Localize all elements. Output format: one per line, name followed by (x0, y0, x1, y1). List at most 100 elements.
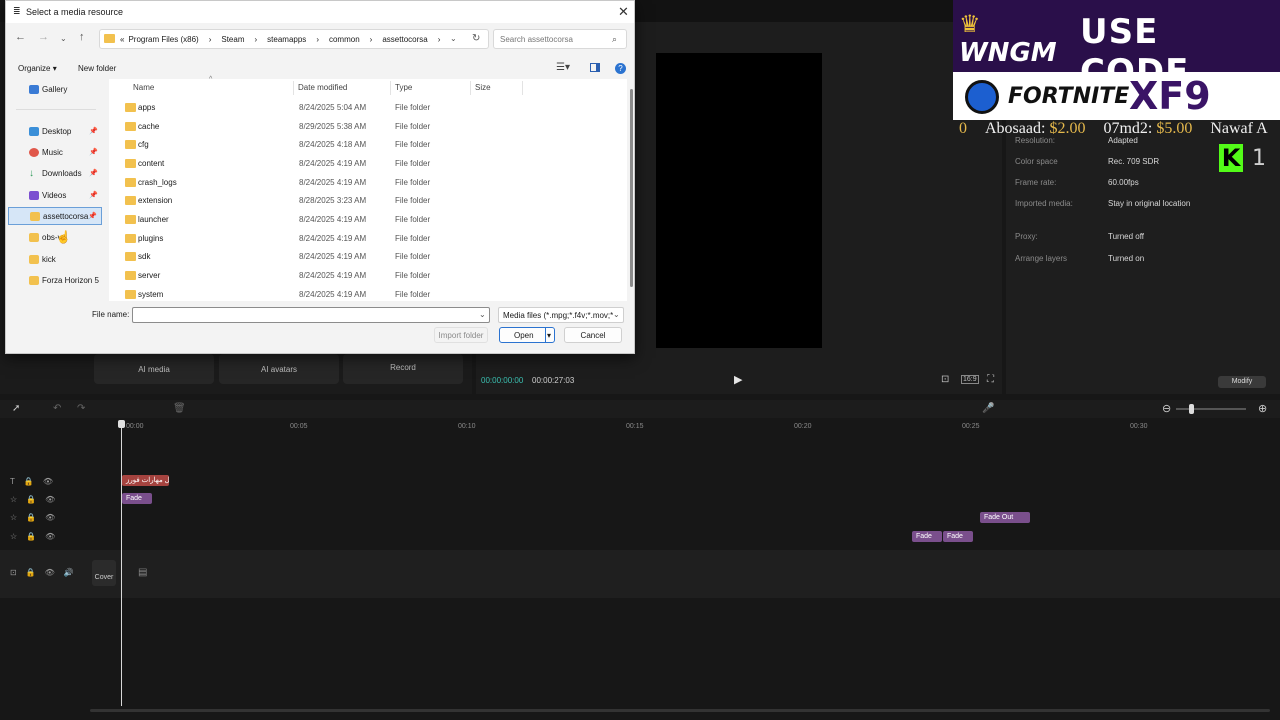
file-row[interactable]: extension 8/28/2025 3:23 AM File folder (109, 192, 627, 210)
track-controls[interactable]: ⊡🔒👁🔊 (10, 568, 83, 577)
mic-icon[interactable]: 🎤 (982, 403, 994, 414)
text-clip[interactable]: أفضل مهارات فورز (122, 475, 169, 486)
play-icon[interactable]: ▶ (734, 373, 742, 386)
back-icon[interactable]: ← (15, 31, 26, 43)
file-row[interactable]: sdk 8/24/2025 4:19 AM File folder (109, 248, 627, 266)
column-separator[interactable] (470, 81, 471, 95)
fade-clip-2[interactable]: Fade (912, 531, 942, 542)
file-row[interactable]: content 8/24/2025 4:19 AM File folder (109, 155, 627, 173)
track-controls[interactable]: ☆🔒👁 (10, 532, 64, 541)
organize-button[interactable]: Organize ▾ (18, 64, 57, 73)
nav-gallery[interactable]: Gallery (8, 81, 102, 99)
breadcrumb-item[interactable]: assettocorsa (382, 35, 427, 44)
donor-name: 07md2: (1103, 120, 1153, 137)
file-list-scrollbar[interactable] (630, 89, 633, 287)
chevron-down-icon[interactable]: ▾ (547, 328, 551, 343)
nav-music[interactable]: Music 📌 (8, 144, 102, 162)
cancel-button[interactable]: Cancel (564, 327, 622, 343)
file-type-filter[interactable]: Media files (*.mpg;*.f4v;*.mov;* ⌄ (498, 307, 624, 323)
chevron-down-icon[interactable]: ⌄ (479, 310, 486, 319)
record-tile[interactable]: Record (343, 354, 463, 384)
recent-dropdown-icon[interactable]: ⌄ (60, 34, 67, 43)
open-button[interactable]: Open ▾ (499, 327, 555, 343)
preview-pane-icon[interactable] (590, 63, 600, 72)
desktop-icon (29, 127, 39, 136)
column-separator[interactable] (293, 81, 294, 95)
ai-media-tile[interactable]: AI media (94, 354, 214, 384)
address-bar[interactable]: «Program Files (x86) › Steam › steamapps › com… (99, 29, 489, 49)
file-name: server (138, 271, 161, 280)
file-type: File folder (395, 159, 431, 168)
help-icon[interactable]: ? (615, 63, 626, 74)
file-row[interactable]: apps 8/24/2025 5:04 AM File folder (109, 99, 627, 117)
file-row[interactable]: crash_logs 8/24/2025 4:19 AM File folder (109, 174, 627, 192)
nav-kick[interactable]: kick (8, 251, 102, 269)
redo-icon[interactable]: ↷ (77, 403, 85, 414)
breadcrumb-item[interactable]: Program Files (x86) (128, 35, 198, 44)
playhead-handle[interactable] (118, 420, 125, 428)
effect-track-1: ☆🔒👁 Fade (0, 492, 1280, 510)
search-input[interactable]: Search assettocorsa ⌕ (493, 29, 627, 49)
donor-amount: $5.00 (1156, 120, 1193, 137)
column-header-name[interactable]: Name (133, 83, 154, 92)
nav-videos[interactable]: Videos 📌 (8, 187, 102, 205)
ratio-icon[interactable]: 16:9 (961, 375, 979, 384)
fade-clip-3[interactable]: Fade (943, 531, 973, 542)
zoom-slider[interactable] (1176, 408, 1246, 410)
zoom-slider-thumb[interactable] (1189, 404, 1194, 414)
prop-colorspace-label: Color space (1015, 157, 1058, 166)
delete-icon[interactable]: 🗑 (173, 403, 186, 414)
new-folder-button[interactable]: New folder (78, 64, 116, 73)
column-header-type[interactable]: Type (395, 83, 412, 92)
playhead[interactable] (121, 424, 122, 706)
ai-avatars-tile[interactable]: AI avatars (219, 354, 339, 384)
open-dropdown-icon[interactable] (545, 327, 546, 343)
file-row[interactable]: plugins 8/24/2025 4:19 AM File folder (109, 230, 627, 248)
track-controls[interactable]: T🔒👁 (10, 477, 62, 486)
file-row[interactable]: server 8/24/2025 4:19 AM File folder (109, 267, 627, 285)
ad-top-band: ♛ WNGM USE CODE (953, 0, 1280, 92)
forward-icon[interactable]: → (38, 31, 49, 43)
file-row[interactable]: system 8/24/2025 4:19 AM File folder (109, 286, 627, 304)
breadcrumb-item[interactable]: steamapps (267, 35, 306, 44)
fullscreen-icon[interactable]: ⛶ (987, 374, 994, 385)
up-icon[interactable]: ↑ (79, 31, 85, 43)
timeline-scrollbar[interactable] (90, 709, 1270, 712)
track-controls[interactable]: ☆🔒👁 (10, 513, 64, 522)
zoom-fit-icon[interactable]: ⊡ (941, 374, 949, 385)
fade-clip-1[interactable]: Fade (122, 493, 152, 504)
kick-icon: K (1219, 144, 1243, 172)
nav-assettocorsa[interactable]: assettocorsa 📌 (8, 207, 102, 225)
donor-name: Abosaad: (985, 120, 1046, 137)
nav-forza[interactable]: Forza Horizon 5 (8, 272, 102, 290)
fade-out-clip[interactable]: Fade Out (980, 512, 1030, 523)
address-dropdown-icon[interactable]: ⌄ (450, 34, 457, 43)
cover-button[interactable]: Cover (92, 560, 116, 586)
file-row[interactable]: cache 8/29/2025 5:38 AM File folder (109, 118, 627, 136)
refresh-icon[interactable]: ↻ (472, 33, 480, 44)
select-tool-icon[interactable]: ➚ (12, 403, 20, 414)
nav-obs-vd[interactable]: obs-vd (8, 229, 102, 247)
column-separator[interactable] (390, 81, 391, 95)
breadcrumb-item[interactable]: common (329, 35, 360, 44)
prop-layers-label: Arrange layers (1015, 254, 1068, 263)
zoom-in-icon[interactable]: ⊕ (1258, 402, 1267, 415)
nav-label: Downloads (42, 169, 82, 178)
track-controls[interactable]: ☆🔒👁 (10, 495, 64, 504)
zoom-out-icon[interactable]: ⊖ (1162, 402, 1171, 415)
file-row[interactable]: cfg 8/24/2025 4:18 AM File folder (109, 136, 627, 154)
undo-icon[interactable]: ↶ (53, 403, 61, 414)
column-separator[interactable] (522, 81, 523, 95)
nav-downloads[interactable]: ↓ Downloads 📌 (8, 165, 102, 183)
modify-button[interactable]: Modify (1218, 376, 1266, 388)
file-name-input[interactable]: ⌄ (132, 307, 490, 323)
close-icon[interactable]: ✕ (618, 4, 629, 20)
file-name: apps (138, 103, 156, 112)
view-options-icon[interactable]: ☰▾ (556, 62, 570, 73)
import-folder-button[interactable]: Import folder (434, 327, 488, 343)
nav-desktop[interactable]: Desktop 📌 (8, 123, 102, 141)
file-row[interactable]: launcher 8/24/2025 4:19 AM File folder (109, 211, 627, 229)
column-header-date[interactable]: Date modified (298, 83, 347, 92)
column-header-size[interactable]: Size (475, 83, 491, 92)
breadcrumb-item[interactable]: Steam (221, 35, 244, 44)
